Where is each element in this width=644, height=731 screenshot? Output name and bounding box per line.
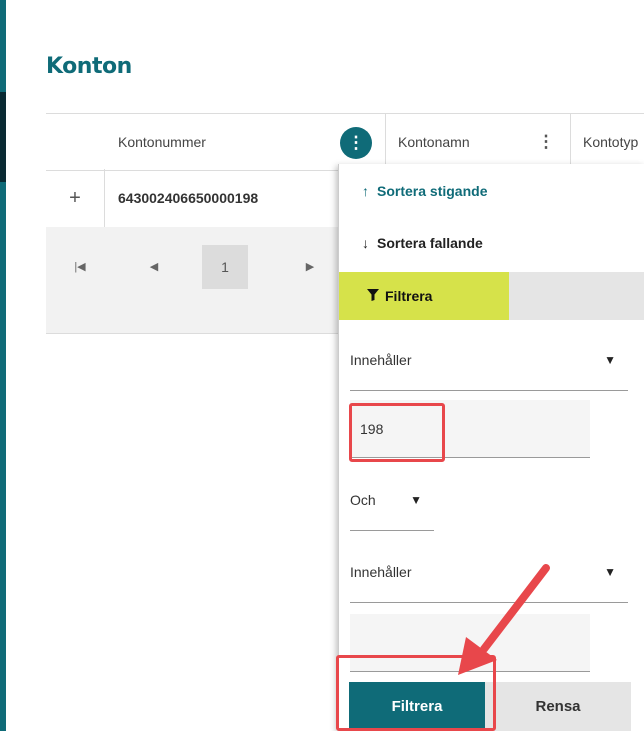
- filter-value-input-2[interactable]: [350, 614, 590, 672]
- sort-ascending-label: Sortera stigande: [377, 183, 488, 199]
- row-divider: [104, 169, 105, 227]
- left-accent-bar-marker: [0, 92, 6, 182]
- filter-operator-select-2[interactable]: Innehåller ▼: [350, 542, 628, 603]
- column-header-kontotyp[interactable]: Kontotyp: [583, 114, 644, 170]
- filter-value-1: 198: [360, 420, 384, 437]
- filter-operator-select-1[interactable]: Innehåller ▼: [350, 330, 628, 391]
- caret-down-icon: ▼: [410, 493, 422, 507]
- page-title: Konton: [46, 54, 132, 79]
- tab-filter-label: Filtrera: [385, 288, 433, 304]
- plus-icon[interactable]: +: [46, 169, 104, 227]
- grid-header: Kontonummer ⋮ Kontonamn ⋮ Kontotyp: [46, 113, 644, 171]
- page-number-current[interactable]: 1: [202, 245, 248, 289]
- sort-ascending-item[interactable]: ↑ Sortera stigande: [339, 166, 644, 216]
- column-menu-popup: ↑ Sortera stigande ↓ Sortera fallande Fi…: [338, 164, 644, 731]
- next-icon[interactable]: ▶: [300, 249, 320, 283]
- sort-descending-label: Sortera fallande: [377, 235, 483, 251]
- column-header-kontonamn[interactable]: Kontonamn: [398, 114, 470, 170]
- tab-filter[interactable]: Filtrera: [339, 272, 509, 320]
- kebab-icon[interactable]: ⋮: [532, 128, 560, 156]
- filter-logic-value: Och: [350, 492, 376, 508]
- arrow-down-icon: ↓: [362, 235, 369, 251]
- caret-down-icon: ▼: [604, 565, 616, 579]
- filter-clear-button[interactable]: Rensa: [485, 682, 631, 731]
- filter-operator-1-value: Innehåller: [350, 352, 412, 368]
- menu-tabbar: Filtrera: [339, 272, 644, 320]
- caret-down-icon: ▼: [604, 353, 616, 367]
- filter-apply-button[interactable]: Filtrera: [349, 682, 485, 731]
- kebab-icon[interactable]: ⋮: [340, 127, 372, 159]
- skip-first-icon[interactable]: |◀: [70, 249, 90, 283]
- filter-value-input-1[interactable]: 198: [350, 400, 590, 458]
- column-menu-button[interactable]: ⋮: [532, 114, 560, 170]
- filter-operator-2-value: Innehåller: [350, 564, 412, 580]
- column-divider: [385, 114, 386, 170]
- account-number-cell: 643002406650000198: [118, 190, 259, 206]
- column-header-kontonummer[interactable]: Kontonummer: [118, 114, 206, 170]
- arrow-up-icon: ↑: [362, 183, 369, 199]
- column-divider: [570, 114, 571, 170]
- funnel-icon: [339, 288, 379, 304]
- prev-icon[interactable]: ◀: [144, 249, 164, 283]
- filter-logic-select[interactable]: Och ▼: [350, 470, 434, 531]
- sort-descending-item[interactable]: ↓ Sortera fallande: [339, 218, 644, 268]
